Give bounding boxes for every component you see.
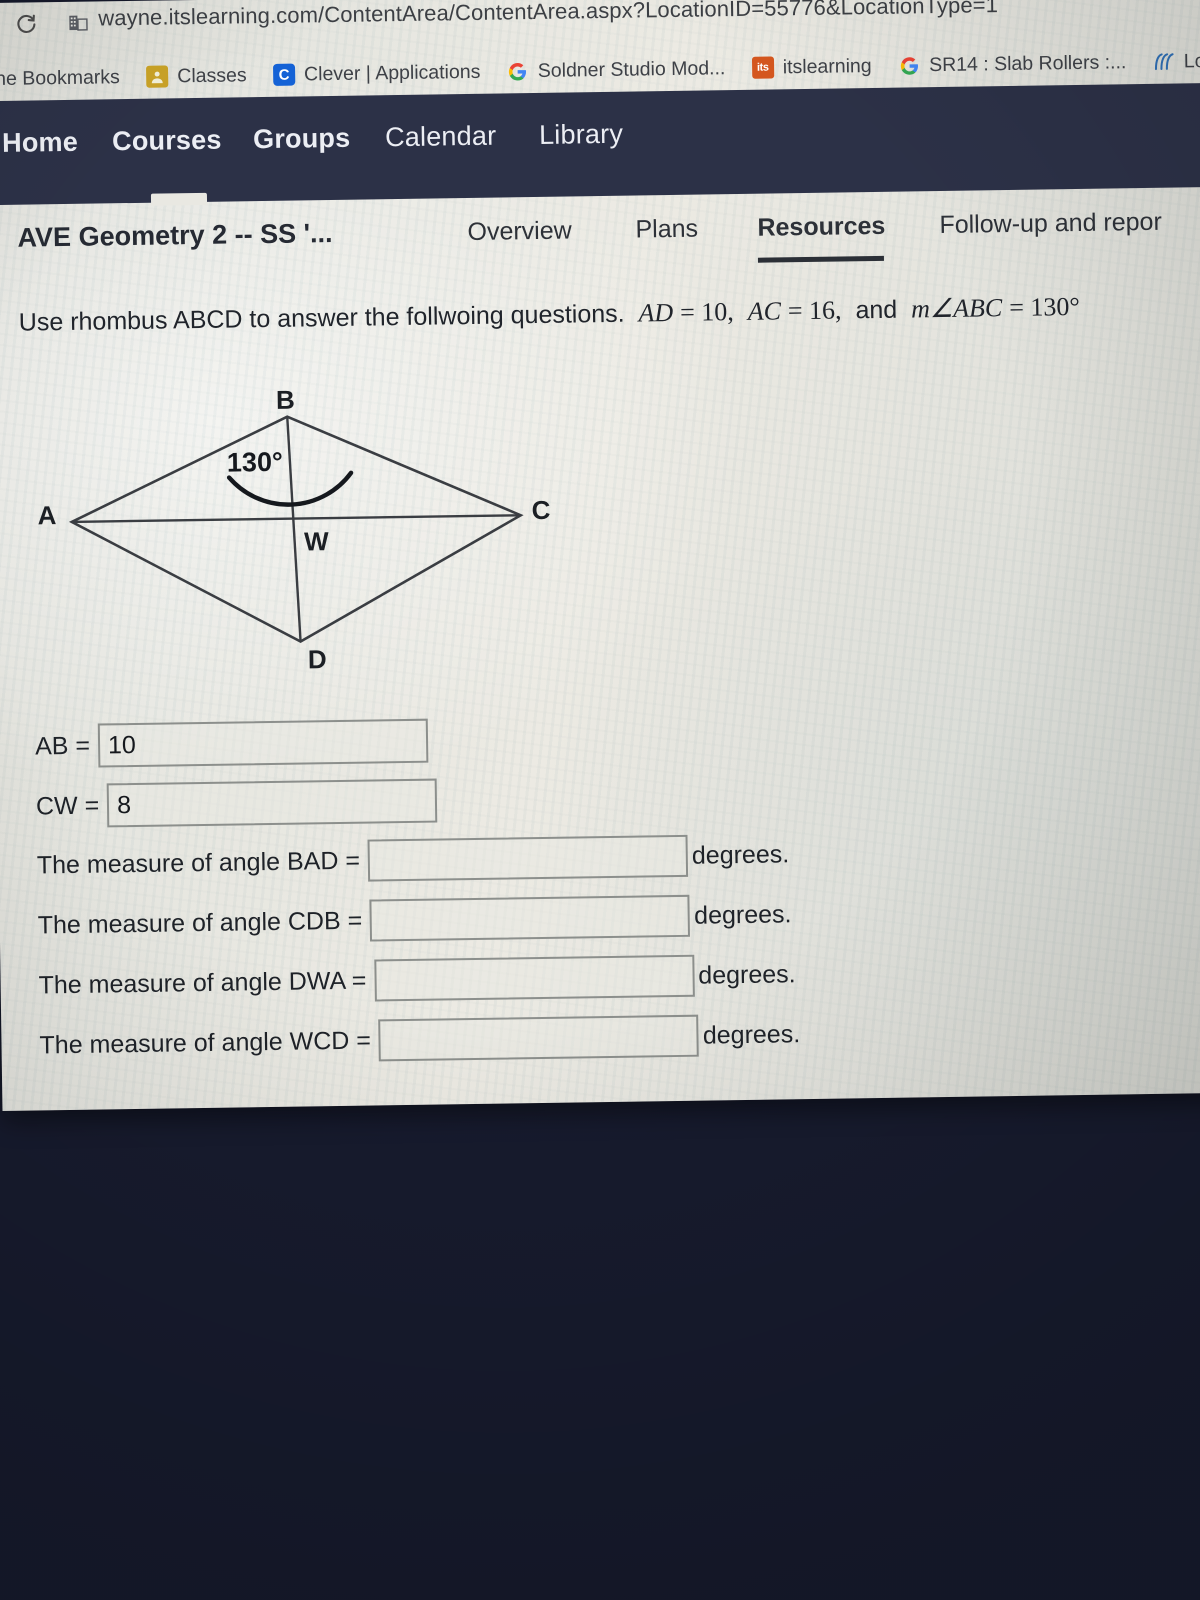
nav-item-library[interactable]: Library <box>539 119 623 151</box>
ab-label: AB = <box>34 731 91 760</box>
bookmark-log[interactable]: Log <box>1152 39 1200 84</box>
nav-item-home[interactable]: Home <box>2 127 78 159</box>
site-page-icon <box>68 14 88 32</box>
angle-cdb-label: The measure of angle CDB = <box>37 906 363 939</box>
angle-bad-unit: degrees. <box>691 839 790 870</box>
url-text[interactable]: wayne.itslearning.com/ContentArea/Conten… <box>98 0 998 31</box>
given-angle-value: = 130° <box>1008 291 1080 322</box>
given-ad-value: = 10, <box>679 297 735 327</box>
field-row-angle-bad: The measure of angle BAD = degrees. <box>37 833 790 886</box>
bookmark-sr14-slab-rollers[interactable]: SR14 : Slab Rollers :... <box>898 40 1127 87</box>
angle-wcd-input[interactable] <box>378 1014 700 1062</box>
nav-item-calendar[interactable]: Calendar <box>385 121 497 154</box>
photographed-screen: wayne.itslearning.com/ContentArea/Conten… <box>0 0 1200 1600</box>
bookmark-classes[interactable]: Classes <box>146 53 247 98</box>
vertex-label-d: D <box>307 644 327 675</box>
rhombus-svg <box>68 415 524 644</box>
field-row-angle-wcd: The measure of angle WCD = degrees. <box>39 1013 800 1066</box>
given-angle-label: m∠ABC <box>910 293 1003 324</box>
google-icon <box>898 54 920 76</box>
angle-dwa-input[interactable] <box>374 954 695 1002</box>
angle-cdb-unit: degrees. <box>693 899 792 930</box>
nav-item-groups[interactable]: Groups <box>253 123 351 155</box>
active-tab-underline <box>757 255 884 263</box>
given-ac-value: = 16, <box>787 295 842 326</box>
field-row-angle-dwa: The measure of angle DWA = degrees. <box>38 953 796 1006</box>
angle-measure-label: 130° <box>226 446 283 478</box>
bookmark-soldner-studio[interactable]: Soldner Studio Mod... <box>506 46 725 93</box>
angle-cdb-input[interactable] <box>369 894 691 942</box>
rhombus-outline <box>68 415 524 644</box>
angle-dwa-unit: degrees. <box>698 959 796 990</box>
google-icon <box>507 60 529 82</box>
tab-overview[interactable]: Overview <box>467 216 572 247</box>
given-ac-label: AC <box>747 296 782 326</box>
angle-wcd-label: The measure of angle WCD = <box>39 1026 372 1059</box>
vertex-label-w: W <box>303 526 329 557</box>
tab-resources[interactable]: Resources <box>757 212 885 243</box>
angle-dwa-label: The measure of angle DWA = <box>38 966 367 999</box>
reload-icon[interactable] <box>14 12 38 36</box>
itslearning-icon: its <box>751 56 774 79</box>
classes-icon <box>146 65 169 88</box>
bookmark-clever[interactable]: C Clever | Applications <box>272 50 481 97</box>
vertex-label-b: B <box>275 384 295 415</box>
field-row-angle-cdb: The measure of angle CDB = degrees. <box>37 893 792 946</box>
angle-bad-input[interactable] <box>367 834 689 882</box>
diagonal-ac <box>71 514 521 524</box>
angle-wcd-unit: degrees. <box>702 1019 801 1050</box>
tab-follow-up[interactable]: Follow-up and repor <box>939 208 1162 240</box>
diagonal-bd <box>286 416 302 642</box>
bookmark-itslearning[interactable]: its itslearning <box>751 44 872 90</box>
angle-bad-label: The measure of angle BAD = <box>36 846 361 879</box>
given-ad-label: AD <box>638 297 674 328</box>
vertex-label-c: C <box>531 494 551 526</box>
field-row-ab: AB = 10 <box>34 718 429 769</box>
course-title[interactable]: AVE Geometry 2 -- SS '... <box>17 218 332 254</box>
nav-item-courses[interactable]: Courses <box>112 125 222 158</box>
question-prompt: Use rhombus ABCD to answer the follwoing… <box>19 292 1080 338</box>
and-word: and <box>855 295 898 325</box>
ab-input[interactable]: 10 <box>97 718 429 768</box>
itslearning-main-nav: Home Courses Groups Calendar Library <box>0 82 1200 206</box>
rhombus-abcd-diagram: A B C D W 130° <box>14 372 578 680</box>
browser-page-sheet: wayne.itslearning.com/ContentArea/Conten… <box>0 0 1200 1112</box>
clever-icon: C <box>272 63 296 86</box>
cw-input[interactable]: 8 <box>106 778 438 828</box>
field-row-cw: CW = 8 <box>35 778 438 829</box>
vertex-label-a: A <box>37 500 57 531</box>
cw-label: CW = <box>35 791 100 820</box>
wave-logo-icon <box>1153 51 1175 73</box>
question-text: Use rhombus ABCD to answer the follwoing… <box>18 299 625 337</box>
tab-plans[interactable]: Plans <box>635 215 698 245</box>
bookmarks-overflow-label[interactable]: ne Bookmarks <box>0 55 120 101</box>
